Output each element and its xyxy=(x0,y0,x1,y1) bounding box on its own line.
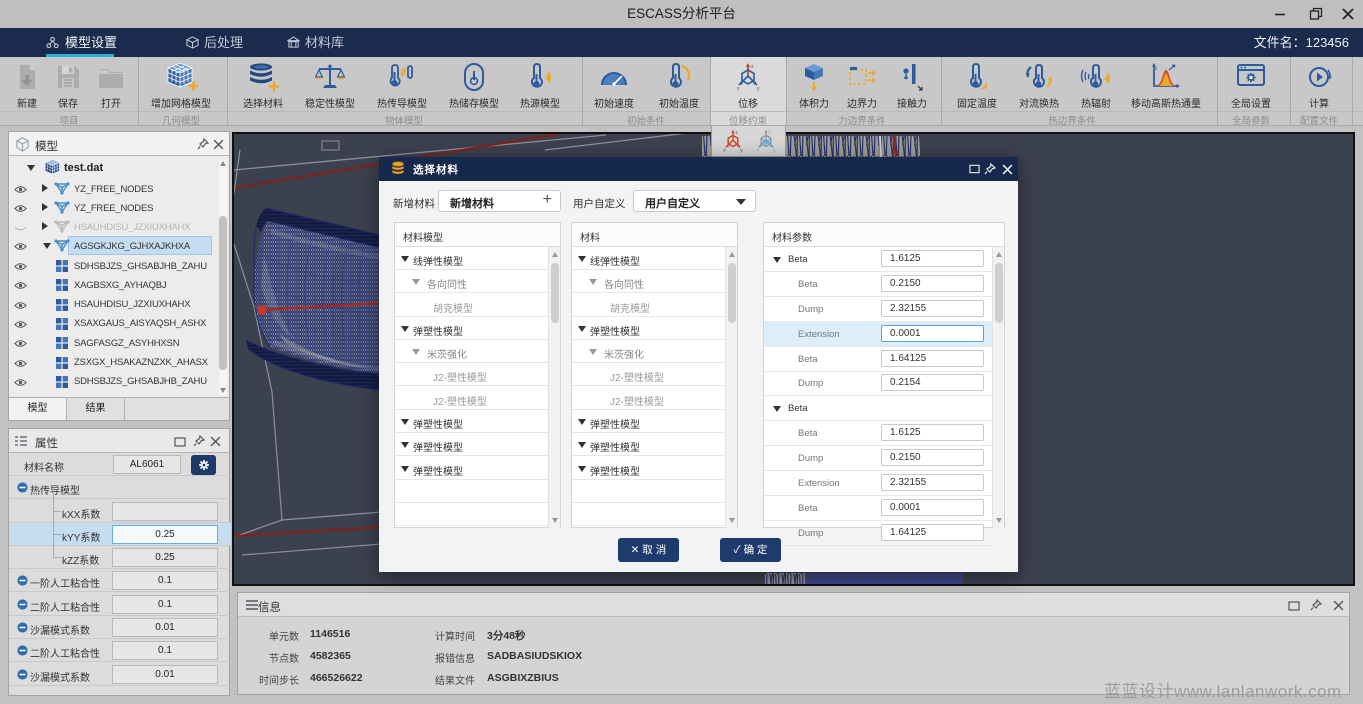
svg-text:z: z xyxy=(735,131,738,136)
svg-text:x: x xyxy=(737,86,740,92)
svg-text:z: z xyxy=(751,64,754,70)
svg-text:x: x xyxy=(756,148,759,153)
svg-text:y: y xyxy=(757,86,760,92)
svg-text:x: x xyxy=(723,148,726,153)
svg-text:z: z xyxy=(1155,66,1158,72)
svg-text:y: y xyxy=(773,148,776,153)
svg-text:z: z xyxy=(768,131,771,136)
svg-text:y: y xyxy=(740,148,743,153)
